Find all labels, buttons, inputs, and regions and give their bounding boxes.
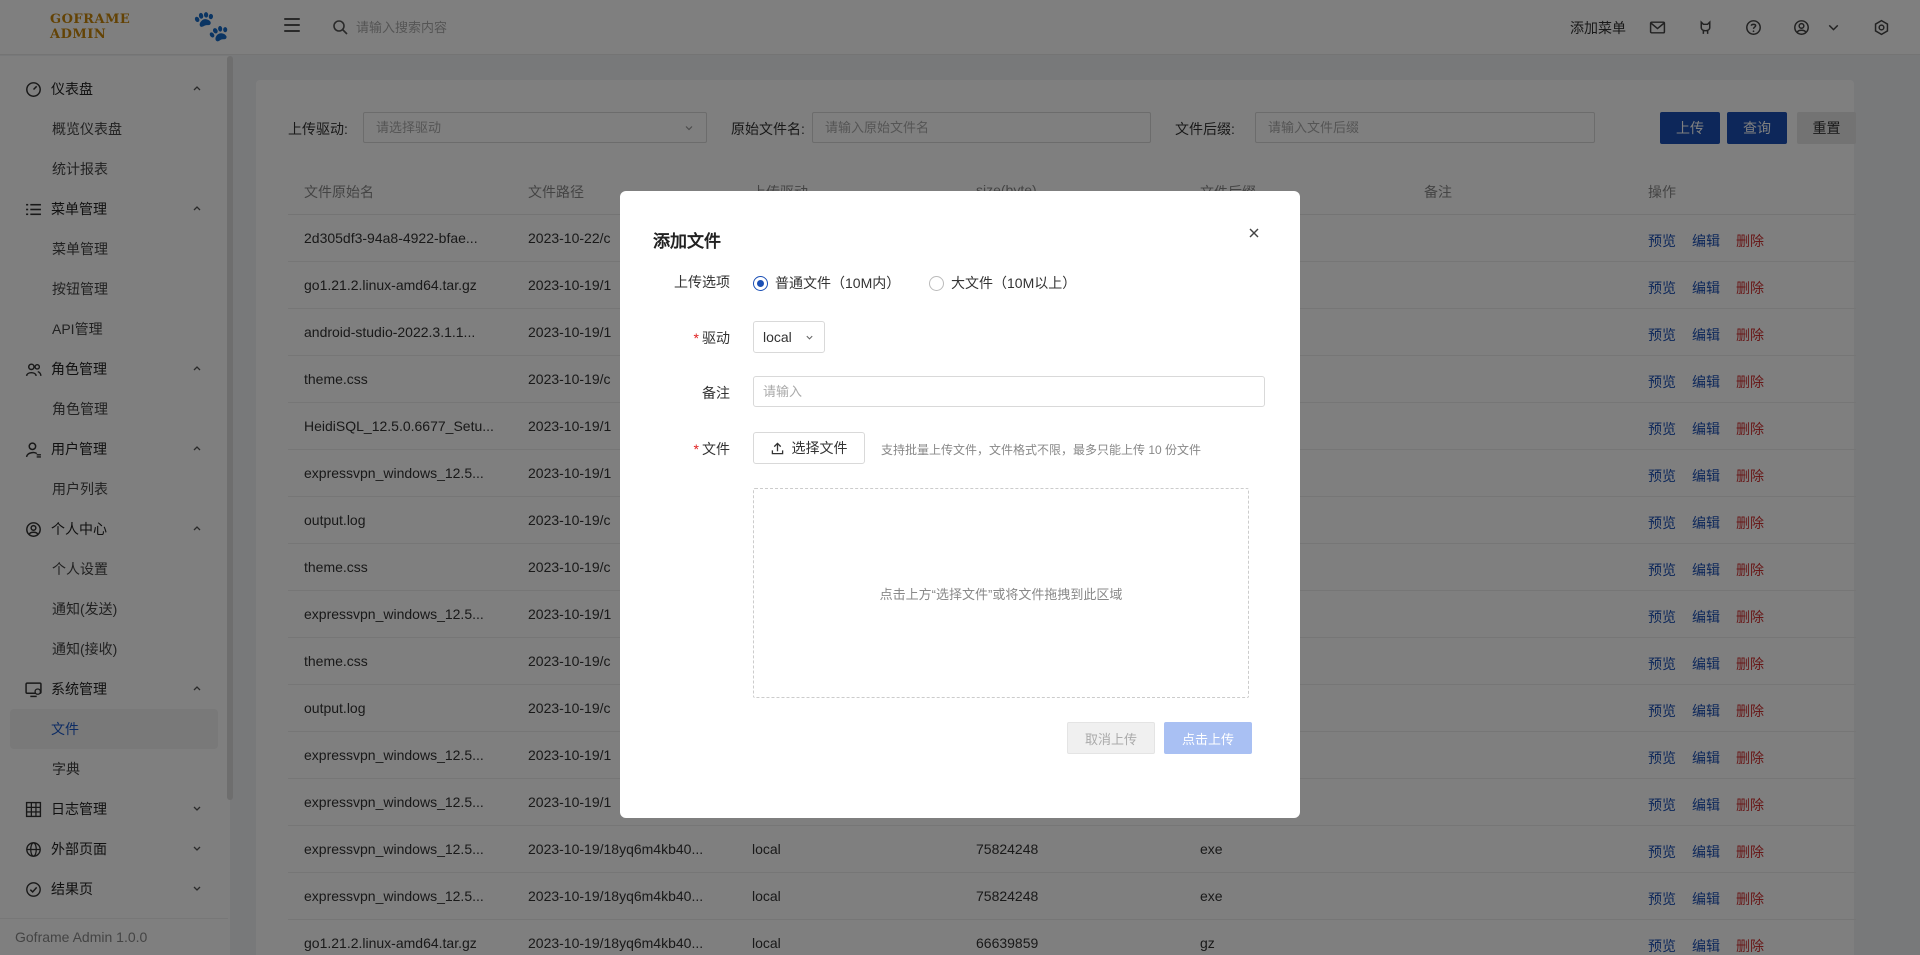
required-mark: * <box>693 330 699 346</box>
radio-checked-icon <box>753 275 768 291</box>
choose-file-button[interactable]: 选择文件 <box>753 432 865 464</box>
driver-select[interactable]: local <box>753 321 825 353</box>
driver-label: * 驱动 <box>620 328 730 348</box>
dialog-title: 添加文件 <box>653 232 721 251</box>
radio-large-label: 大文件（10M以上） <box>951 275 1077 291</box>
upload-option-label: 上传选项 <box>674 274 730 290</box>
confirm-upload-button[interactable]: 点击上传 <box>1164 722 1252 754</box>
chevron-down-icon <box>806 335 813 340</box>
radio-large-file[interactable]: 大文件（10M以上） <box>929 273 1076 293</box>
dropzone-text: 点击上方“选择文件”或将文件拖拽到此区域 <box>879 586 1123 602</box>
add-file-dialog: 添加文件 上传选项 普通文件（10M内） 大文件（10M以上） * 驱动 loca… <box>620 191 1300 818</box>
upload-icon <box>771 441 783 454</box>
upload-tip: 支持批量上传文件，文件格式不限，最多只能上传 10 份文件 <box>881 443 1202 457</box>
remark-input[interactable]: 请输入 <box>753 376 1265 407</box>
choose-file-label: 选择文件 <box>791 440 848 456</box>
required-mark: * <box>693 441 699 457</box>
radio-normal-file[interactable]: 普通文件（10M内） <box>753 273 900 293</box>
radio-normal-label: 普通文件（10M内） <box>775 275 901 291</box>
file-dropzone[interactable]: 点击上方“选择文件”或将文件拖拽到此区域 <box>753 488 1249 698</box>
radio-unchecked-icon <box>929 275 944 291</box>
file-label-text: 文件 <box>702 441 730 457</box>
file-label: * 文件 <box>620 439 730 459</box>
driver-label-text: 驱动 <box>702 330 730 346</box>
remark-label: 备注 <box>702 385 730 401</box>
close-icon[interactable] <box>1248 227 1260 239</box>
cancel-upload-button[interactable]: 取消上传 <box>1067 722 1155 754</box>
remark-placeholder: 请输入 <box>763 384 803 399</box>
driver-select-value: local <box>763 329 792 345</box>
